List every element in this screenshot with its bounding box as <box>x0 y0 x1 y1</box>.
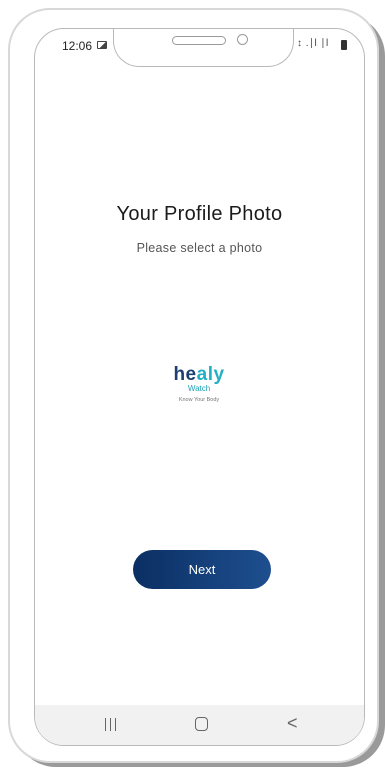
signal-icons: ↕ .∣l ∣l <box>297 38 329 49</box>
notch <box>113 29 294 67</box>
page-subtitle: Please select a photo <box>136 241 263 255</box>
image-icon <box>97 41 107 49</box>
logo-subtitle: Watch <box>187 384 211 393</box>
navigation-bar: < <box>35 705 364 745</box>
device-frame: 12:06 ↕ .∣l ∣l Your Profile Photo Please… <box>0 0 385 773</box>
recents-icon[interactable] <box>105 718 119 732</box>
healy-watch-logo: healy Watch Know Your Body <box>162 364 236 403</box>
battery-icon <box>341 40 347 50</box>
recents-bar <box>110 718 112 731</box>
logo-word-part2: aly <box>196 364 225 385</box>
logo-word-part1: he <box>173 364 197 385</box>
front-camera-icon <box>237 34 248 45</box>
recents-bar <box>105 718 107 731</box>
back-icon[interactable]: < <box>287 713 298 734</box>
recents-bar <box>115 718 117 731</box>
status-time: 12:06 <box>62 39 93 53</box>
logo-tagline: Know Your Body <box>178 397 220 403</box>
logo-wordmark: healy <box>162 364 236 385</box>
home-icon[interactable] <box>195 717 208 731</box>
speaker-grille <box>172 36 226 45</box>
next-button[interactable]: Next <box>133 550 271 589</box>
page-title: Your Profile Photo <box>116 203 283 225</box>
